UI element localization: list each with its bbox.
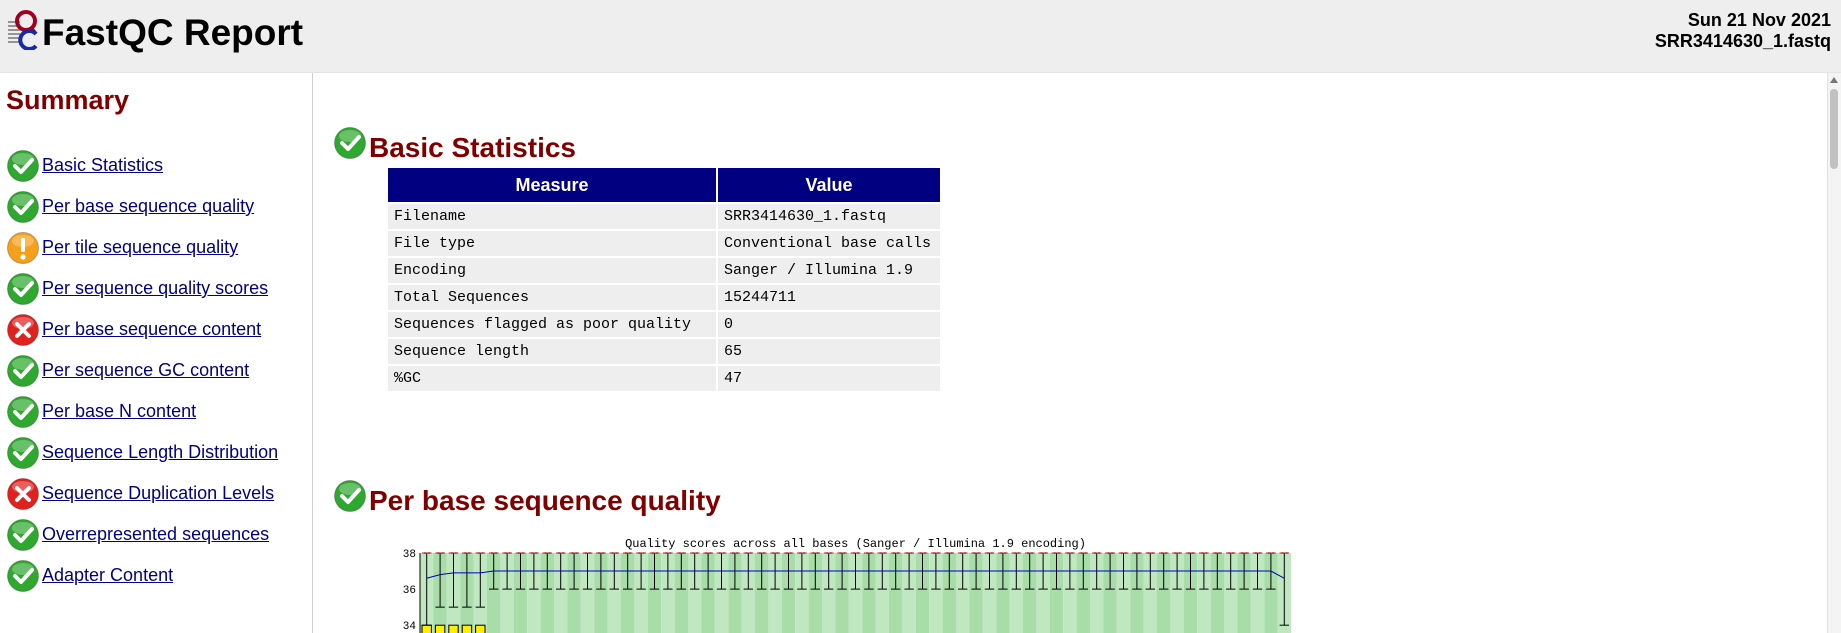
summary-link[interactable]: Basic Statistics	[42, 155, 163, 176]
y-tick-label: 34	[403, 621, 417, 633]
chart-title: Quality scores across all bases (Sanger …	[625, 537, 1086, 551]
measure-cell: Sequence length	[388, 339, 716, 364]
section-per-base-sequence-quality: Per base sequence quality	[333, 475, 721, 517]
summary-sidebar: Summary Basic Statistics Per base sequenc…	[0, 73, 313, 633]
sidebar-item: Per base sequence quality	[6, 186, 278, 227]
table-row: Encoding Sanger / Illumina 1.9	[388, 258, 940, 283]
summary-link[interactable]: Per tile sequence quality	[42, 237, 238, 258]
table-row: Sequence length 65	[388, 339, 940, 364]
table-header-row: Measure Value	[388, 168, 940, 202]
per-base-quality-chart: Quality scores across all bases (Sanger …	[387, 535, 1507, 633]
table-row: Sequences flagged as poor quality 0	[388, 312, 940, 337]
quality-box	[448, 624, 459, 633]
sidebar-item: Per base N content	[6, 391, 278, 432]
quality-box	[434, 624, 446, 633]
vertical-scrollbar[interactable]	[1827, 73, 1841, 633]
table-row: Filename SRR3414630_1.fastq	[388, 204, 940, 229]
sidebar-item: Per base sequence content	[6, 309, 278, 350]
y-tick-label: 38	[403, 549, 416, 561]
pass-icon	[6, 559, 40, 593]
sidebar-item: Sequence Length Distribution	[6, 432, 278, 473]
measure-cell: Filename	[388, 204, 716, 229]
measure-cell: %GC	[388, 366, 716, 391]
measure-cell: Total Sequences	[388, 285, 716, 310]
report-meta: Sun 21 Nov 2021 SRR3414630_1.fastq	[1655, 10, 1831, 52]
section-title: Basic Statistics	[369, 132, 576, 163]
summary-link[interactable]: Per base N content	[42, 401, 196, 422]
table-row: File type Conventional base calls	[388, 231, 940, 256]
value-cell: SRR3414630_1.fastq	[718, 204, 940, 229]
summary-link[interactable]: Overrepresented sequences	[42, 524, 269, 545]
section-basic-statistics: Basic Statistics	[333, 122, 576, 164]
scroll-thumb[interactable]	[1830, 89, 1838, 169]
quality-box	[421, 624, 432, 633]
fail-icon	[6, 313, 40, 347]
pass-icon	[6, 354, 40, 388]
report-header: FastQC Report Sun 21 Nov 2021 SRR3414630…	[0, 0, 1841, 73]
fastqc-logo-icon	[8, 10, 38, 50]
pass-icon	[6, 190, 40, 224]
sidebar-item: Sequence Duplication Levels	[6, 473, 278, 514]
summary-title: Summary	[6, 85, 130, 115]
pass-icon	[6, 272, 40, 306]
quality-box	[461, 624, 473, 633]
sidebar-item: Basic Statistics	[6, 145, 278, 186]
scroll-up-arrow-icon[interactable]	[1830, 77, 1838, 83]
value-cell: 47	[718, 366, 940, 391]
summary-link[interactable]: Adapter Content	[42, 565, 173, 586]
pass-icon	[6, 149, 40, 183]
measure-cell: File type	[388, 231, 716, 256]
pass-icon	[6, 395, 40, 429]
summary-link[interactable]: Sequence Length Distribution	[42, 442, 278, 463]
warn-icon	[6, 231, 40, 265]
summary-link[interactable]: Per sequence GC content	[42, 360, 249, 381]
fail-icon	[6, 477, 40, 511]
pass-icon	[6, 436, 40, 470]
value-cell: Conventional base calls	[718, 231, 940, 256]
value-cell: 0	[718, 312, 940, 337]
measure-cell: Encoding	[388, 258, 716, 283]
summary-link[interactable]: Per base sequence content	[42, 319, 261, 340]
summary-link[interactable]: Sequence Duplication Levels	[42, 483, 274, 504]
value-cell: Sanger / Illumina 1.9	[718, 258, 940, 283]
sidebar-item: Per sequence GC content	[6, 350, 278, 391]
table-row: Total Sequences 15244711	[388, 285, 940, 310]
column-header-measure: Measure	[388, 168, 716, 202]
basic-statistics-table: Measure Value Filename SRR3414630_1.fastq…	[386, 166, 942, 393]
sidebar-item: Adapter Content	[6, 555, 278, 596]
pass-icon	[333, 479, 367, 513]
column-header-value: Value	[718, 168, 940, 202]
main-content: Basic Statistics Measure Value Filename S…	[313, 73, 1828, 633]
value-cell: 65	[718, 339, 940, 364]
page-title: FastQC Report	[42, 12, 304, 53]
sidebar-item: Per tile sequence quality	[6, 227, 278, 268]
measure-cell: Sequences flagged as poor quality	[388, 312, 716, 337]
sidebar-item: Per sequence quality scores	[6, 268, 278, 309]
y-tick-label: 36	[403, 585, 416, 597]
summary-link[interactable]: Per base sequence quality	[42, 196, 254, 217]
report-date: Sun 21 Nov 2021	[1687, 10, 1831, 30]
value-cell: 15244711	[718, 285, 940, 310]
report-filename: SRR3414630_1.fastq	[1654, 31, 1831, 51]
quality-boxplot: Quality scores across all bases (Sanger …	[403, 537, 1291, 633]
sidebar-item: Overrepresented sequences	[6, 514, 278, 555]
section-title: Per base sequence quality	[369, 485, 721, 516]
pass-icon	[333, 126, 367, 160]
pass-icon	[6, 518, 40, 552]
quality-box	[475, 624, 486, 633]
summary-nav: Basic Statistics Per base sequence qualit…	[6, 145, 278, 596]
table-row: %GC 47	[388, 366, 940, 391]
summary-link[interactable]: Per sequence quality scores	[42, 278, 268, 299]
